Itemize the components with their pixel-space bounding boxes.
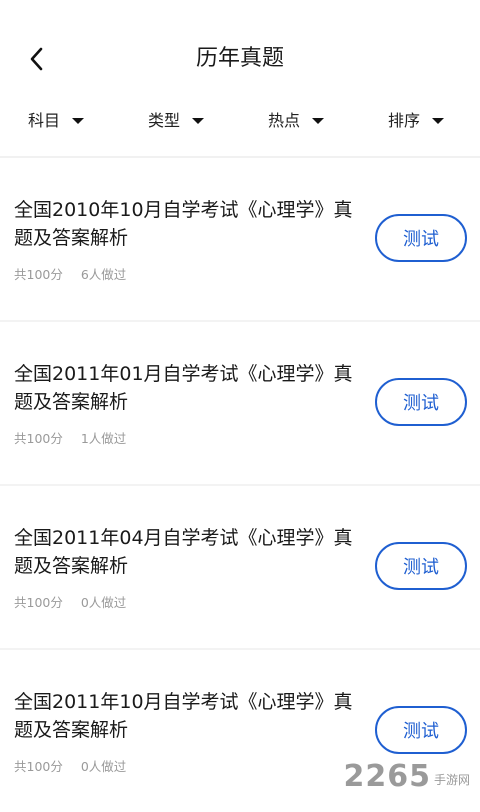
exam-title: 全国2010年10月自学考试《心理学》真题及答案解析 [14,199,353,249]
filter-label: 科目 [28,111,61,130]
exam-title: 全国2011年10月自学考试《心理学》真题及答案解析 [14,691,353,741]
exam-title: 全国2011年04月自学考试《心理学》真题及答案解析 [14,527,353,577]
filter-label: 热点 [268,111,301,130]
exam-done-count: 0人做过 [80,595,127,610]
list-item[interactable]: 全国2011年01月自学考试《心理学》真题及答案解析 共100分 1人做过 测试 [0,322,480,486]
list-item[interactable]: 全国2011年04月自学考试《心理学》真题及答案解析 共100分 0人做过 测试 [0,486,480,650]
exam-meta: 共100分 6人做过 [14,264,126,283]
test-button[interactable]: 测试 [375,542,467,590]
exam-meta: 共100分 0人做过 [14,756,126,775]
filter-sort[interactable]: 排序 [388,104,445,138]
watermark-logo: 2265 手游网 [343,762,470,792]
filter-label: 类型 [148,111,181,130]
filter-bar: 科目 类型 热点 排序 [0,104,480,138]
caret-down-icon [312,118,325,124]
caret-down-icon [432,118,445,124]
watermark-text: 手游网 [433,773,470,787]
exam-score: 共100分 [14,431,63,446]
exam-list: 全国2010年10月自学考试《心理学》真题及答案解析 共100分 6人做过 测试… [0,158,480,812]
list-item[interactable]: 全国2010年10月自学考试《心理学》真题及答案解析 共100分 6人做过 测试 [0,158,480,322]
exam-done-count: 0人做过 [80,759,127,774]
exam-done-count: 6人做过 [80,267,127,282]
filter-type[interactable]: 类型 [148,104,205,138]
test-button[interactable]: 测试 [375,378,467,426]
exam-score: 共100分 [14,595,63,610]
header: 历年真题 科目 类型 热点 排序 [0,0,480,130]
page-title: 历年真题 [195,46,284,71]
test-button[interactable]: 测试 [375,214,467,262]
exam-score: 共100分 [14,267,63,282]
test-button[interactable]: 测试 [375,706,467,754]
filter-hot[interactable]: 热点 [268,104,325,138]
filter-subject[interactable]: 科目 [28,104,85,138]
caret-down-icon [72,118,85,124]
exam-done-count: 1人做过 [80,431,127,446]
watermark-number: 2265 [343,759,431,794]
filter-label: 排序 [388,111,421,130]
exam-meta: 共100分 0人做过 [14,592,126,611]
exam-meta: 共100分 1人做过 [14,428,126,447]
exam-title: 全国2011年01月自学考试《心理学》真题及答案解析 [14,363,353,413]
exam-score: 共100分 [14,759,63,774]
caret-down-icon [192,118,205,124]
